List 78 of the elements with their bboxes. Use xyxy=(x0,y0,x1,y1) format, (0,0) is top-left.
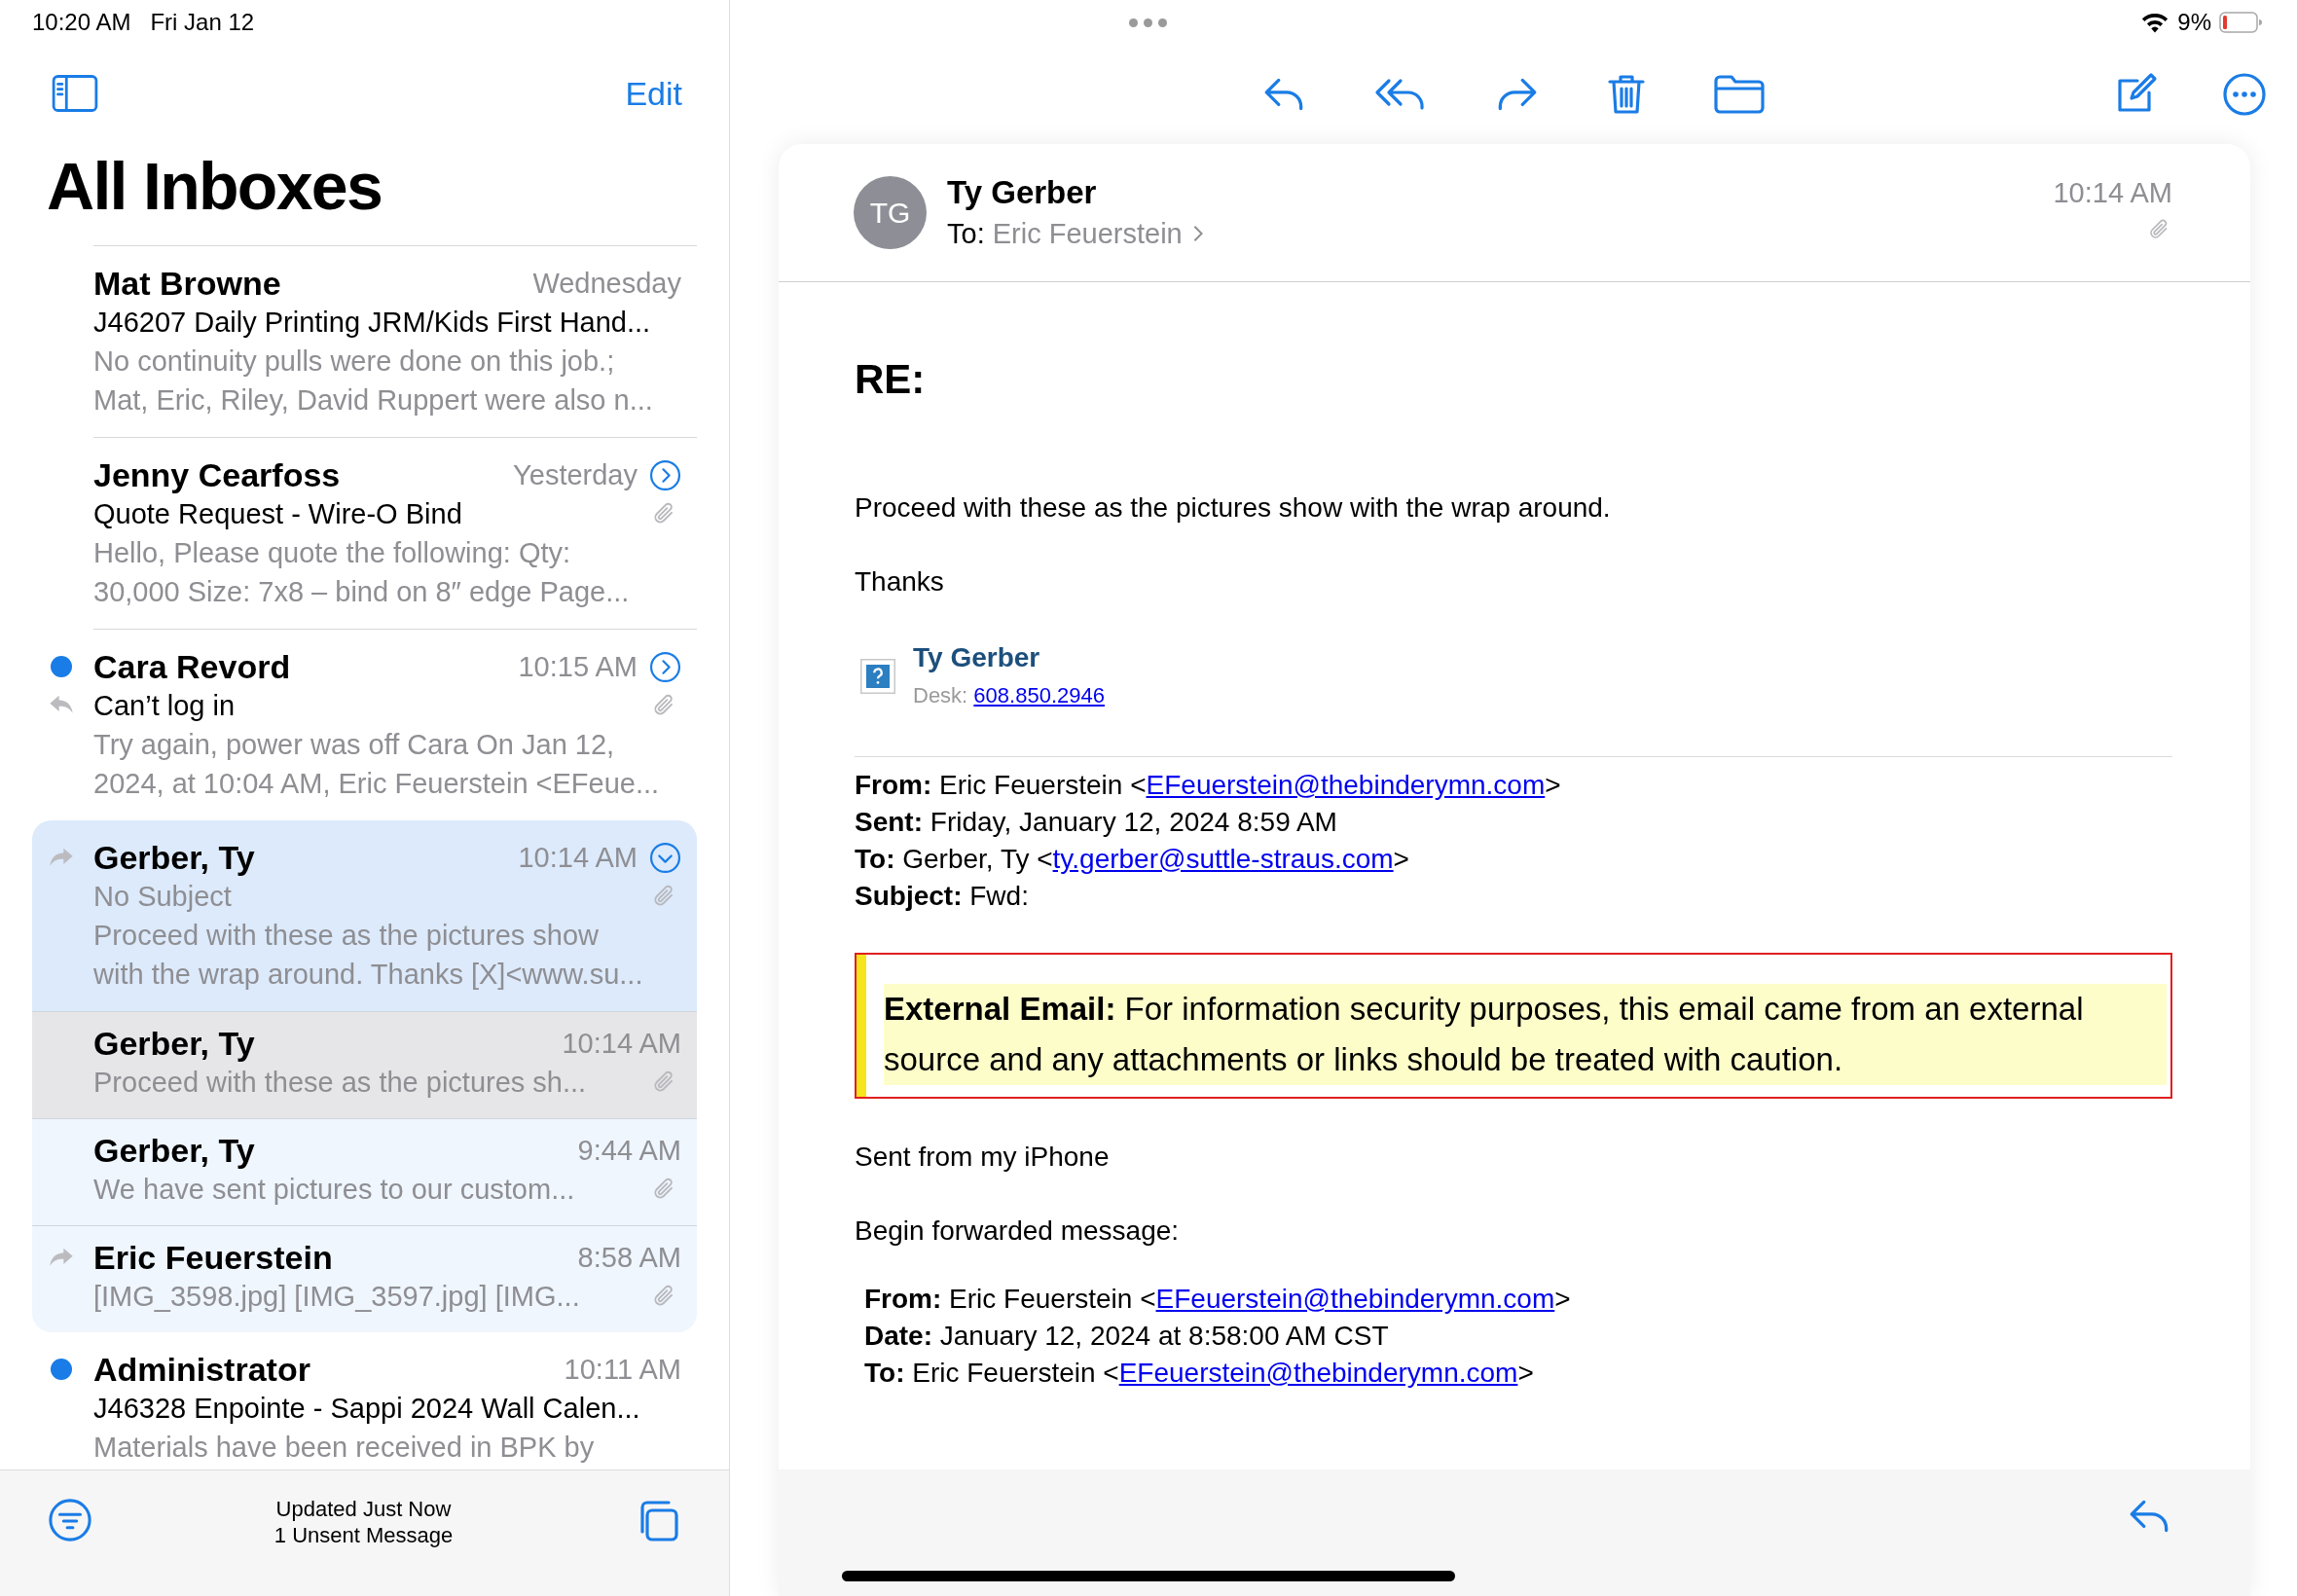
header-line: To: Gerber, Ty <ty.gerber@suttle-straus.com> xyxy=(855,843,1410,876)
thread-message-row[interactable]: Gerber, Ty 10:14 AM Proceed with these as the pictures sh... xyxy=(32,1011,697,1118)
sender-name: Gerber, Ty xyxy=(93,1131,255,1170)
expand-thread-icon[interactable] xyxy=(649,650,681,683)
mailbox-status: Updated Just Now xyxy=(275,1496,452,1522)
status-time: 10:20 AM xyxy=(32,8,131,37)
message-time: 10:15 AM xyxy=(518,650,638,684)
message-time: Yesterday xyxy=(513,458,638,492)
message-preview: Proceed with these as the pictures sh... xyxy=(93,1066,587,1100)
message-preview: 30,000 Size: 7x8 – bind on 8″ edge Page... xyxy=(93,575,630,609)
message-preview: Try again, power was off Cara On Jan 12, xyxy=(93,728,615,762)
warning-text: External Email: For information security purposes, this email came from an external source and any attachments or links should be treated with caution. xyxy=(884,984,2167,1085)
email-link[interactable]: EFeuerstein@thebinderymn.com xyxy=(1146,770,1546,800)
expand-thread-icon[interactable] xyxy=(649,458,681,491)
sender-name: Cara Revord xyxy=(93,647,291,686)
message-preview: Hello, Please quote the following: Qty: xyxy=(93,536,571,570)
sidebar-toggle-icon[interactable] xyxy=(50,73,100,114)
message-time: 10:11 AM xyxy=(564,1353,681,1387)
message-preview: Proceed with these as the pictures show xyxy=(93,919,600,953)
header-line: Date: January 12, 2024 at 8:58:00 AM CST xyxy=(864,1320,1390,1353)
sender-name: Jenny Cearfoss xyxy=(93,455,341,494)
message-preview: with the wrap around. Thanks [X]<www.su... xyxy=(93,958,643,992)
email-link[interactable]: EFeuerstein@thebinderymn.com xyxy=(1118,1358,1518,1388)
message-subject: J46328 Enpointe - Sappi 2024 Wall Calen... xyxy=(93,1392,640,1426)
message-time: 10:14 AM xyxy=(2053,176,2172,210)
header-line: From: Eric Feuerstein <EFeuerstein@thebinderymn.com> xyxy=(864,1283,1572,1316)
phone-link[interactable]: 608.850.2946 xyxy=(973,683,1105,707)
sender-name: Mat Browne xyxy=(93,264,281,303)
sender-name: Ty Gerber xyxy=(947,173,1098,212)
body-text: Begin forwarded message: xyxy=(855,1215,1181,1248)
body-text: Thanks xyxy=(855,565,945,598)
message-preview: No continuity pulls were done on this job.; xyxy=(93,345,615,379)
message-subject: RE: xyxy=(855,355,927,404)
multitasking-dots-icon[interactable] xyxy=(1129,18,1167,27)
message-subject: J46207 Daily Printing JRM/Kids First Hand... xyxy=(93,306,651,340)
sender-name: Gerber, Ty xyxy=(93,838,255,877)
sender-name: Eric Feuerstein xyxy=(93,1238,333,1277)
list-title: All Inboxes xyxy=(46,148,383,225)
message-time: 10:14 AM xyxy=(518,841,638,875)
sender-avatar: TG xyxy=(854,176,927,249)
header-line: Subject: Fwd: xyxy=(855,880,1030,913)
email-link[interactable]: ty.gerber@suttle-straus.com xyxy=(1052,844,1394,874)
email-link[interactable]: EFeuerstein@thebinderymn.com xyxy=(1155,1284,1555,1314)
message-time: 9:44 AM xyxy=(577,1134,681,1168)
body-text: Proceed with these as the pictures show with the wrap around. xyxy=(855,491,1612,525)
message-subject: Quote Request - Wire-O Bind xyxy=(93,497,462,531)
message-time: Wednesday xyxy=(532,267,681,301)
status-date: Fri Jan 12 xyxy=(150,8,255,37)
mailbox-status: 1 Unsent Message xyxy=(273,1522,454,1548)
chevron-icon xyxy=(1191,224,1204,243)
message-preview: [IMG_3598.jpg] [IMG_3597.jpg] [IMG... xyxy=(93,1280,580,1314)
body-text: Sent from my iPhone xyxy=(855,1141,1111,1174)
message-preview: Materials have been received in BPK by xyxy=(93,1431,595,1465)
header-line: To: Eric Feuerstein <EFeuerstein@thebinderymn.com> xyxy=(864,1357,1535,1390)
message-preview: We have sent pictures to our custom... xyxy=(93,1173,575,1207)
message-preview: 2024, at 10:04 AM, Eric Feuerstein <EFeue... xyxy=(93,767,660,801)
sender-name: Administrator xyxy=(93,1350,310,1389)
no-subject-placeholder: No Subject xyxy=(93,880,232,914)
message-subject: Can’t log in xyxy=(93,689,236,723)
header-line: Sent: Friday, January 12, 2024 8:59 AM xyxy=(855,806,1338,839)
message-time: 10:14 AM xyxy=(562,1027,681,1061)
battery-percent: 9% xyxy=(2177,8,2211,37)
broken-image-icon xyxy=(860,659,895,694)
signature-name: Ty Gerber xyxy=(913,641,1041,674)
header-line: From: Eric Feuerstein <EFeuerstein@thebinderymn.com> xyxy=(855,769,1562,802)
to-label: To: xyxy=(947,217,985,251)
battery-icon xyxy=(2219,12,2262,33)
collapse-thread-icon[interactable] xyxy=(649,841,681,874)
filter-icon[interactable] xyxy=(48,1498,92,1542)
wifi-icon xyxy=(2140,11,2170,34)
message-row[interactable]: Gerber, Ty 10:14 AM No Subject Proceed with these as the pictures show with the wrap around. Thanks [X]<www.su... xyxy=(32,820,697,1011)
more-icon[interactable] xyxy=(2221,71,2268,118)
signature-desk: Desk: 608.850.2946 xyxy=(913,682,1105,709)
edit-button[interactable]: Edit xyxy=(625,68,682,119)
thread-message-row[interactable]: Eric Feuerstein 8:58 AM [IMG_3598.jpg] [IMG_3597.jpg] [IMG... xyxy=(32,1225,697,1332)
message-preview: Mat, Eric, Riley, David Ruppert were also n... xyxy=(93,383,653,417)
message-time: 8:58 AM xyxy=(577,1241,681,1275)
sender-name: Gerber, Ty xyxy=(93,1024,255,1063)
